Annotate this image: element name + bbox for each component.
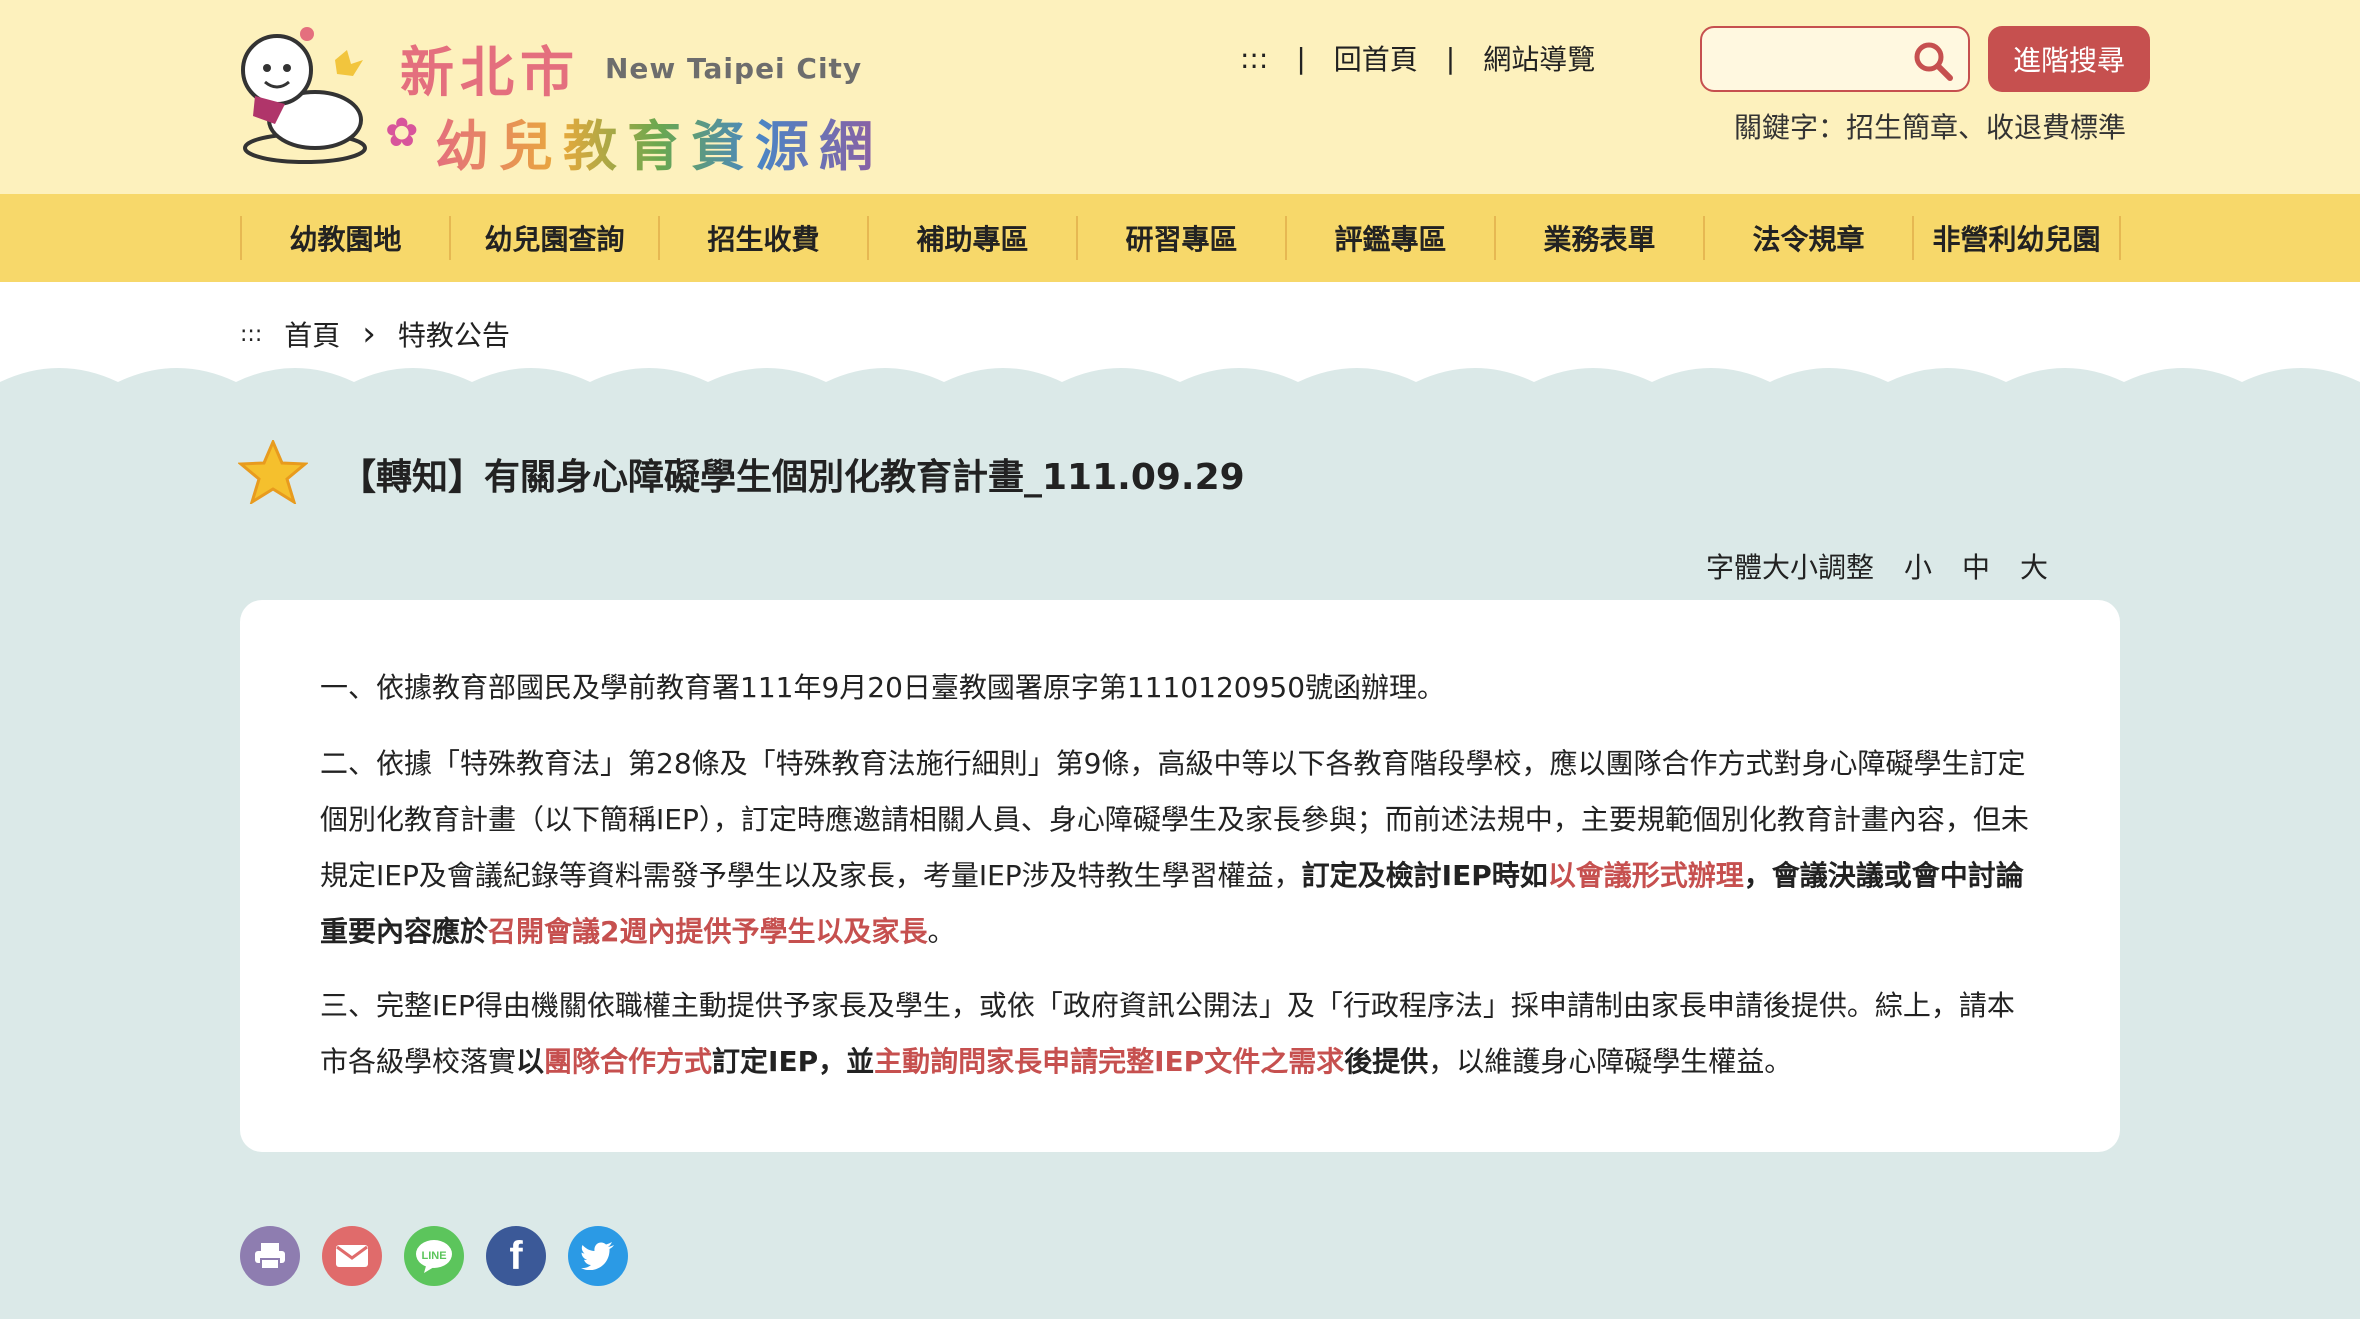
share-bar: LINE f	[240, 1226, 628, 1286]
paragraph-3: 三、完整IEP得由機關依職權主動提供予家長及學生，或依「政府資訊公開法」及「行政…	[320, 978, 2040, 1090]
line-icon-text: LINE	[421, 1250, 446, 1262]
search-box	[1700, 26, 1970, 92]
accesskey-center[interactable]: :::	[240, 322, 262, 347]
paragraph-3-highlight: 團隊合作方式	[544, 1045, 713, 1078]
font-size-label: 字體大小調整	[1706, 551, 1875, 584]
paragraph-2: 二、依據「特殊教育法」第28條及「特殊教育法施行細則」第9條，高級中等以下各教育…	[320, 736, 2040, 960]
nav-item-regulations[interactable]: 法令規章	[1703, 216, 1912, 260]
twitter-icon[interactable]	[568, 1226, 628, 1286]
separator: |	[1445, 41, 1456, 75]
paragraph-3-highlight: 主動詢問家長申請完整IEP文件之需求	[874, 1045, 1345, 1078]
separator: |	[1296, 41, 1306, 75]
nav-item-preschool-garden[interactable]: 幼教園地	[240, 216, 449, 260]
paragraph-2-highlight: 召開會議2週內提供予學生以及家長	[488, 915, 928, 948]
paragraph-3-end: ，以維護身心障礙學生權益。	[1428, 1045, 1793, 1078]
nav-item-nonprofit[interactable]: 非營利幼兒園	[1912, 216, 2121, 260]
nav-item-kindergarten-search[interactable]: 幼兒園查詢	[449, 216, 658, 260]
mail-icon[interactable]	[322, 1226, 382, 1286]
site-logo[interactable]: 新北市 New Taipei City ✿ 幼兒教育資源網	[235, 20, 935, 178]
facebook-icon[interactable]: f	[486, 1226, 546, 1286]
site-header: 新北市 New Taipei City ✿ 幼兒教育資源網 ::: | 回首頁 …	[0, 0, 2360, 194]
top-links: ::: | 回首頁 | 網站導覽	[1240, 38, 1595, 78]
font-size-medium[interactable]: 中	[1962, 546, 1990, 586]
nav-item-forms[interactable]: 業務表單	[1494, 216, 1703, 260]
logo-title-en: New Taipei City	[605, 52, 863, 85]
search-keywords[interactable]: 關鍵字：招生簡章、收退費標準	[1734, 106, 2126, 146]
font-size-control: 字體大小調整 小 中 大	[1706, 546, 2048, 586]
search-input[interactable]	[1716, 40, 1906, 80]
nav-item-evaluation[interactable]: 評鑑專區	[1285, 216, 1494, 260]
page-title: 【轉知】有關身心障礙學生個別化教育計畫_111.09.29	[340, 457, 1245, 498]
breadcrumb: ::: 首頁 › 特教公告	[240, 314, 510, 354]
wave-divider	[0, 368, 2360, 410]
star-icon	[238, 440, 308, 504]
chevron-right-icon: ›	[362, 314, 376, 354]
home-link[interactable]: 回首頁	[1334, 38, 1418, 78]
sitemap-link[interactable]: 網站導覽	[1483, 38, 1595, 78]
logo-title-top: 新北市	[400, 41, 580, 104]
logo-title-bottom: 幼兒教育資源網	[435, 115, 883, 178]
search-icon[interactable]	[1912, 40, 1954, 82]
font-size-small[interactable]: 小	[1904, 546, 1932, 586]
font-size-large[interactable]: 大	[2020, 546, 2048, 586]
paragraph-2-bold: 訂定及檢討IEP時如	[1301, 859, 1548, 892]
breadcrumb-current[interactable]: 特教公告	[398, 314, 510, 354]
nav-item-subsidy[interactable]: 補助專區	[867, 216, 1076, 260]
line-icon[interactable]: LINE	[404, 1226, 464, 1286]
paragraph-3-bold: 訂定IEP，並	[712, 1045, 875, 1078]
flower-icon: ✿	[385, 110, 419, 156]
paragraph-2-highlight: 以會議形式辦理	[1547, 859, 1744, 892]
print-icon[interactable]	[240, 1226, 300, 1286]
paragraph-3-bold: 後提供	[1344, 1045, 1429, 1078]
nav-item-training[interactable]: 研習專區	[1076, 216, 1285, 260]
paragraph-3-bold: 以	[516, 1045, 545, 1078]
paragraph-1: 一、依據教育部國民及學前教育署111年9月20日臺教國署原字第111012095…	[320, 671, 1446, 704]
advanced-search-button[interactable]: 進階搜尋	[1988, 26, 2150, 92]
nav-list: 幼教園地 幼兒園查詢 招生收費 補助專區 研習專區 評鑑專區 業務表單 法令規章…	[240, 216, 2121, 260]
article-card: 一、依據教育部國民及學前教育署111年9月20日臺教國署原字第111012095…	[240, 600, 2120, 1152]
mascot-icon	[241, 27, 367, 164]
nav-item-enrollment-fees[interactable]: 招生收費	[658, 216, 867, 260]
main-nav: 幼教園地 幼兒園查詢 招生收費 補助專區 研習專區 評鑑專區 業務表單 法令規章…	[0, 194, 2360, 282]
breadcrumb-home[interactable]: 首頁	[284, 314, 340, 354]
paragraph-2-end: 。	[927, 915, 956, 948]
accesskey-top[interactable]: :::	[1240, 42, 1268, 75]
